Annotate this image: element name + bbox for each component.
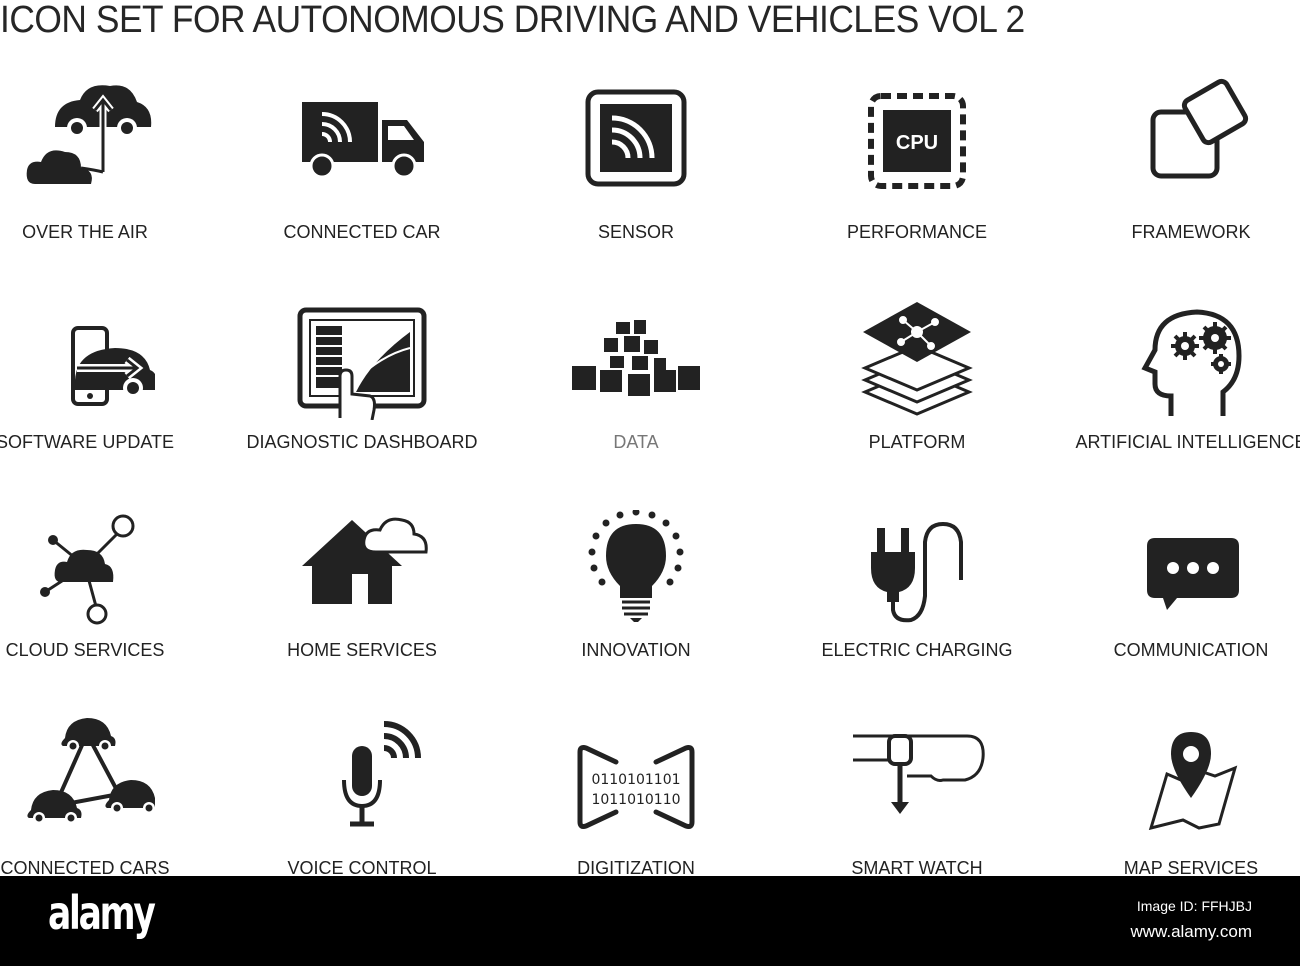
icon-tile: CPU PERFORMANCE bbox=[787, 72, 1047, 262]
site-url: www.alamy.com bbox=[1130, 922, 1252, 941]
icon-tile: SMART WATCH bbox=[787, 710, 1047, 900]
cars-triangle-network-icon bbox=[27, 718, 155, 824]
icon-label: ELECTRIC CHARGING bbox=[821, 640, 1013, 660]
cpu-chip-icon: CPU bbox=[868, 93, 966, 189]
icon-tile: CLOUD SERVICES bbox=[0, 510, 215, 700]
icon-label: ARTIFICIAL INTELLIGENCE bbox=[1075, 432, 1300, 452]
page-title: ICON SET FOR AUTONOMOUS DRIVING AND VEHI… bbox=[0, 0, 1025, 41]
icon-label: FRAMEWORK bbox=[1131, 222, 1251, 242]
icon-tile: HOME SERVICES bbox=[232, 510, 492, 700]
light-bulb-icon bbox=[588, 510, 684, 622]
cpu-text: CPU bbox=[896, 132, 938, 154]
icon-tile: INNOVATION bbox=[506, 510, 766, 700]
icon-tile: DATA bbox=[506, 300, 766, 490]
binary-line-1: 0110101101 bbox=[591, 772, 680, 788]
data-blocks-icon bbox=[572, 320, 700, 396]
icon-tile: 0110101101 1011010110 DIGITIZATION bbox=[506, 710, 766, 900]
truck-signal-icon bbox=[302, 102, 424, 179]
layers-network-icon bbox=[861, 302, 973, 416]
alamy-logo: alamy bbox=[48, 886, 156, 940]
speech-bubble-icon bbox=[1147, 538, 1239, 610]
icon-tile: MAP SERVICES bbox=[1061, 710, 1300, 900]
icon-label: CLOUD SERVICES bbox=[5, 640, 165, 660]
icon-tile: PLATFORM bbox=[787, 300, 1047, 490]
phone-to-car-icon bbox=[71, 326, 155, 406]
icon-tile: FRAMEWORK bbox=[1061, 72, 1300, 262]
watermark-footer: alamy Image ID: FFHJBJ www.alamy.com bbox=[0, 876, 1300, 966]
icon-label: SOFTWARE UPDATE bbox=[0, 432, 174, 452]
icon-label: HOME SERVICES bbox=[287, 640, 437, 660]
icon-label: INNOVATION bbox=[581, 640, 691, 660]
house-cloud-icon bbox=[302, 517, 428, 604]
binary-code-icon: 0110101101 1011010110 bbox=[577, 745, 695, 829]
icon-label: COMMUNICATION bbox=[1113, 640, 1269, 660]
image-id: Image ID: FFHJBJ bbox=[1136, 898, 1252, 914]
binary-line-2: 1011010110 bbox=[591, 792, 680, 808]
plug-cable-icon bbox=[871, 521, 963, 623]
icon-label: OVER THE AIR bbox=[22, 222, 148, 242]
icon-tile: ELECTRIC CHARGING bbox=[787, 510, 1047, 700]
icon-tile: SENSOR bbox=[506, 72, 766, 262]
icon-tile: COMMUNICATION bbox=[1061, 510, 1300, 700]
microphone-signal-icon bbox=[342, 721, 421, 827]
icon-tile: VOICE CONTROL bbox=[232, 710, 492, 900]
icon-tile: CONNECTED CAR bbox=[232, 72, 492, 262]
sensor-signal-icon bbox=[585, 89, 687, 187]
icon-label: SENSOR bbox=[597, 222, 675, 242]
icon-tile: OVER THE AIR bbox=[0, 72, 215, 262]
icon-label: PLATFORM bbox=[868, 432, 966, 452]
icon-tile: SOFTWARE UPDATE bbox=[0, 300, 215, 490]
icon-label: CONNECTED CAR bbox=[283, 222, 441, 242]
icon-label: DIAGNOSTIC DASHBOARD bbox=[246, 432, 478, 452]
tablet-chart-touch-icon bbox=[297, 307, 427, 420]
cloud-network-icon bbox=[40, 514, 135, 625]
icon-label: PERFORMANCE bbox=[846, 222, 987, 242]
head-gears-icon bbox=[1141, 309, 1242, 416]
map-pin-icon bbox=[1148, 732, 1238, 830]
cloud-car-upload-icon bbox=[26, 85, 152, 184]
icon-tile: ARTIFICIAL INTELLIGENCE bbox=[1061, 300, 1300, 490]
icon-tile: CONNECTED CARS bbox=[0, 710, 215, 900]
framework-squares-icon bbox=[1150, 78, 1249, 179]
icon-label: DATA bbox=[613, 432, 659, 452]
icon-tile: DIAGNOSTIC DASHBOARD bbox=[232, 300, 492, 490]
hand-watch-icon bbox=[853, 734, 985, 814]
